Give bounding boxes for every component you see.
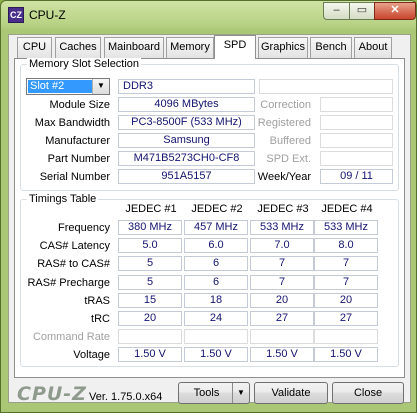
timing-cell: 380 MHz	[118, 220, 182, 235]
tab-about[interactable]: About	[354, 37, 392, 58]
memory-slot-selection-title: Memory Slot Selection	[27, 58, 142, 70]
module-size-value: 4096 MBytes	[118, 97, 255, 112]
timing-cell: 7	[314, 275, 378, 290]
timing-cell: 533 MHz	[250, 220, 314, 235]
registered-value	[320, 115, 393, 130]
timing-cell: 8.0	[314, 238, 378, 253]
timing-cell: 5.0	[118, 238, 182, 253]
timing-cell: 7	[250, 275, 314, 290]
timing-cell: 1.50 V	[118, 347, 182, 362]
cpu-z-window: CZ CPU-Z – ▭ ✕ CPU Caches Mainboard Memo…	[0, 0, 417, 413]
timing-cell	[118, 329, 182, 344]
spd-ext-value	[320, 151, 393, 166]
part-number-label: Part Number	[47, 153, 110, 165]
timing-cell: 15	[118, 293, 182, 308]
buffered-value	[320, 133, 393, 148]
timing-cell: 6.0	[184, 238, 248, 253]
timing-cell: 6	[184, 256, 248, 271]
minimize-button[interactable]: –	[323, 2, 350, 20]
timing-row-label: Voltage	[73, 349, 110, 361]
timing-cell	[250, 329, 314, 344]
timing-cell: 20	[250, 293, 314, 308]
memory-type-field: DDR3	[118, 79, 255, 94]
timing-cell	[314, 329, 378, 344]
slot-select[interactable]: Slot #2 ▼	[26, 78, 110, 95]
tab-caches[interactable]: Caches	[55, 37, 101, 58]
registered-label: Registered	[257, 117, 311, 129]
timing-column-header: JEDEC #1	[125, 203, 177, 215]
timing-cell: 1.50 V	[250, 347, 314, 362]
spd-ext-label: SPD Ext.	[266, 153, 311, 165]
serial-number-value: 951A5157	[118, 169, 255, 184]
timing-column-header: JEDEC #4	[321, 203, 373, 215]
timing-cell	[184, 329, 248, 344]
timing-cell: 7	[250, 256, 314, 271]
timing-cell: 7.0	[250, 238, 314, 253]
manufacturer-label: Manufacturer	[45, 135, 110, 147]
timing-cell: 6	[184, 275, 248, 290]
week-year-label: Week/Year	[257, 171, 311, 183]
timing-cell: 1.50 V	[314, 347, 378, 362]
timing-cell: 5	[118, 256, 182, 271]
tab-mainboard[interactable]: Mainboard	[104, 37, 164, 58]
max-bandwidth-label: Max Bandwidth	[34, 117, 110, 129]
max-bandwidth-value: PC3-8500F (533 MHz)	[118, 115, 255, 130]
timing-cell: 7	[314, 256, 378, 271]
tab-memory[interactable]: Memory	[166, 37, 214, 58]
part-number-value: M471B5273CH0-CF8	[118, 151, 255, 166]
slot-select-value: Slot #2	[28, 80, 92, 93]
correction-label: Correction	[260, 99, 311, 111]
manufacturer-value: Samsung	[118, 133, 255, 148]
timing-row-label: CAS# Latency	[39, 240, 110, 252]
timing-row-label: RAS# to CAS#	[37, 258, 110, 270]
tab-graphics[interactable]: Graphics	[258, 37, 308, 58]
tools-dropdown-arrow-icon[interactable]: ▼	[232, 383, 249, 403]
version-label: Ver. 1.75.0.x64	[89, 391, 163, 403]
close-window-button[interactable]: ✕	[374, 2, 416, 20]
timing-column-header: JEDEC #2	[191, 203, 243, 215]
timing-row-label: Frequency	[58, 222, 110, 234]
tools-button[interactable]: Tools ▼	[178, 382, 250, 404]
timing-row-label: tRC	[91, 313, 110, 325]
week-year-value: 09 / 11	[320, 169, 393, 184]
timing-cell: 20	[314, 293, 378, 308]
module-size-label: Module Size	[49, 99, 110, 111]
buffered-label: Buffered	[269, 135, 311, 147]
timing-cell: 24	[184, 311, 248, 326]
slot-info-blank-field	[259, 79, 393, 94]
timing-cell: 27	[250, 311, 314, 326]
timings-table-title: Timings Table	[27, 193, 99, 205]
cpu-z-app-icon[interactable]: CZ	[8, 7, 24, 23]
title-bar[interactable]: CZ CPU-Z – ▭ ✕	[1, 1, 416, 29]
cpu-z-logo: CPU-Z	[17, 383, 87, 405]
timing-row-label: Command Rate	[32, 331, 110, 343]
timing-row-label: tRAS	[84, 295, 110, 307]
tab-cpu[interactable]: CPU	[17, 37, 52, 58]
chevron-down-icon[interactable]: ▼	[92, 79, 109, 94]
timing-cell: 18	[184, 293, 248, 308]
timing-cell: 533 MHz	[314, 220, 378, 235]
timing-cell: 457 MHz	[184, 220, 248, 235]
timing-column-header: JEDEC #3	[257, 203, 309, 215]
correction-value	[320, 97, 393, 112]
timing-cell: 27	[314, 311, 378, 326]
timing-cell: 20	[118, 311, 182, 326]
validate-button[interactable]: Validate	[254, 382, 328, 404]
tab-spd[interactable]: SPD	[214, 35, 256, 59]
timing-row-label: RAS# Precharge	[27, 277, 110, 289]
maximize-button[interactable]: ▭	[349, 2, 375, 20]
serial-number-label: Serial Number	[39, 171, 110, 183]
tools-button-label: Tools	[193, 387, 220, 399]
tab-bench[interactable]: Bench	[310, 37, 352, 58]
timing-cell: 5	[118, 275, 182, 290]
timing-cell: 1.50 V	[184, 347, 248, 362]
window-title: CPU-Z	[29, 8, 66, 22]
close-button[interactable]: Close	[332, 382, 404, 404]
